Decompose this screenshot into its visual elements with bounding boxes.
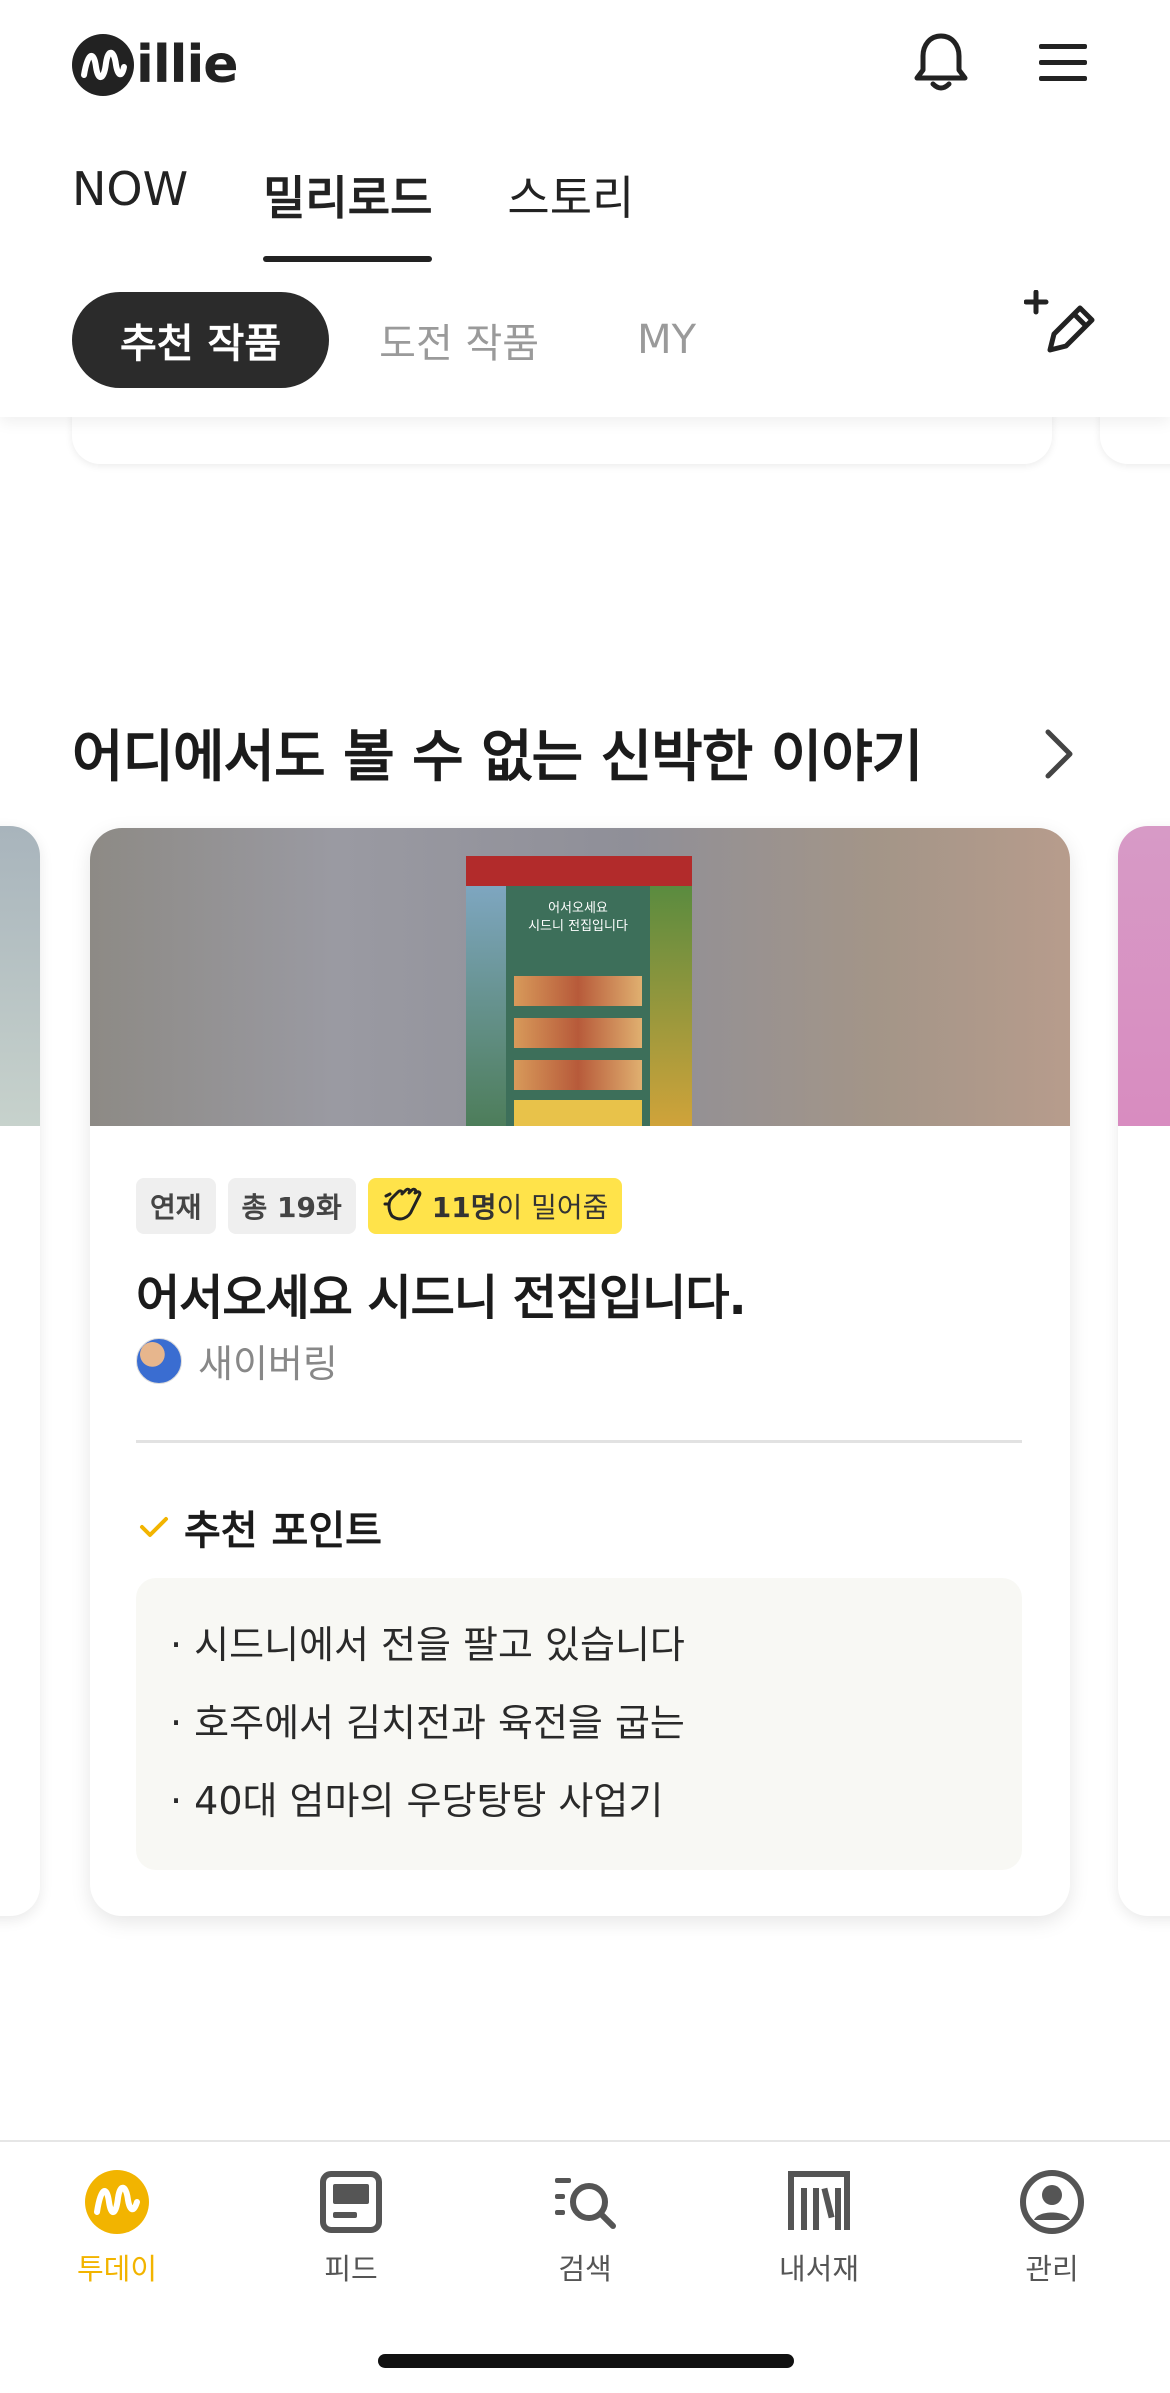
feed-icon — [317, 2168, 385, 2236]
main-tabs: NOW 밀리로드 스토리 — [72, 160, 709, 264]
likes-badge: 11명 이 밀어줌 — [367, 1178, 623, 1234]
library-icon — [785, 2168, 853, 2236]
card-title: 어서오세요 시드니 전집입니다. — [136, 1270, 747, 1326]
millie-logo[interactable]: illie — [72, 34, 239, 96]
episode-count-badge: 총 19화 — [227, 1178, 356, 1234]
author-name: 새이버링 — [198, 1342, 338, 1386]
tab-now[interactable]: NOW — [72, 160, 188, 264]
chip-my[interactable]: MY — [589, 292, 744, 388]
nav-library-label: 내서재 — [778, 2252, 860, 2286]
nav-manage-label: 관리 — [1025, 2252, 1079, 2286]
book-cover-image: 어서오세요 시드니 전집입니다 — [466, 856, 692, 1126]
author-row[interactable]: 새이버링 — [136, 1333, 338, 1388]
home-indicator — [378, 2354, 794, 2368]
hamburger-menu-icon[interactable] — [1035, 38, 1091, 88]
logo-text: illie — [136, 35, 239, 95]
today-icon — [83, 2168, 151, 2236]
nav-search-label: 검색 — [558, 2252, 612, 2286]
nav-feed-label: 피드 — [324, 2252, 378, 2286]
profile-icon — [1018, 2168, 1086, 2236]
notification-bell-icon[interactable] — [910, 30, 972, 96]
card-badges: 연재 총 19화 11명 이 밀어줌 — [136, 1178, 634, 1234]
recommend-point-1: · 시드니에서 전을 팔고 있습니다 — [170, 1623, 685, 1667]
write-pencil-icon[interactable] — [1023, 289, 1098, 360]
likes-suffix: 이 밀어줌 — [496, 1191, 609, 1224]
logo-mark-icon — [72, 34, 134, 96]
nav-library[interactable]: 내서재 — [744, 2168, 894, 2288]
nav-search[interactable]: 검색 — [510, 2168, 660, 2288]
chip-challenge[interactable]: 도전 작품 — [331, 292, 587, 388]
clap-hand-icon — [382, 1186, 426, 1226]
recommend-points-box: · 시드니에서 전을 팔고 있습니다 · 호주에서 김치전과 육전을 굽는 · … — [136, 1578, 1022, 1870]
top-header: illie NOW 밀리로드 스토리 추천 작품 도전 작품 MY — [0, 0, 1170, 417]
author-avatar — [136, 1337, 182, 1384]
search-icon — [551, 2168, 619, 2236]
nav-manage[interactable]: 관리 — [977, 2168, 1127, 2288]
chevron-right-icon[interactable] — [1040, 726, 1080, 782]
tab-story[interactable]: 스토리 — [507, 160, 634, 264]
recommend-point-2: · 호주에서 김치전과 육전을 굽는 — [170, 1701, 685, 1745]
carousel-card-next[interactable] — [1118, 826, 1170, 1916]
chip-recommended[interactable]: 추천 작품 — [72, 292, 330, 388]
recommend-point-header: 추천 포인트 — [136, 1498, 382, 1556]
nav-today[interactable]: 투데이 — [42, 2168, 192, 2288]
carousel-card-prev[interactable] — [0, 826, 40, 1916]
card-cover-background: 어서오세요 시드니 전집입니다 — [90, 828, 1070, 1126]
nav-today-label: 투데이 — [76, 2252, 158, 2286]
cover-title-text: 어서오세요 시드니 전집입니다 — [528, 901, 628, 934]
likes-count: 11명 — [431, 1191, 497, 1224]
tab-millie-road[interactable]: 밀리로드 — [263, 160, 433, 264]
recommend-point-label: 추천 포인트 — [184, 1508, 382, 1554]
status-badge: 연재 — [136, 1178, 216, 1234]
section-title: 어디에서도 볼 수 없는 신박한 이야기 — [72, 725, 923, 790]
story-card[interactable]: 어서오세요 시드니 전집입니다 연재 총 19화 11명 이 밀어줌 어서오세요… — [90, 828, 1070, 1916]
check-icon — [136, 1511, 172, 1543]
nav-feed[interactable]: 피드 — [276, 2168, 426, 2288]
recommend-point-3: · 40대 엄마의 우당탕탕 사업기 — [170, 1779, 664, 1823]
card-divider — [136, 1440, 1022, 1443]
filter-chips: 추천 작품 도전 작품 MY — [72, 292, 746, 388]
